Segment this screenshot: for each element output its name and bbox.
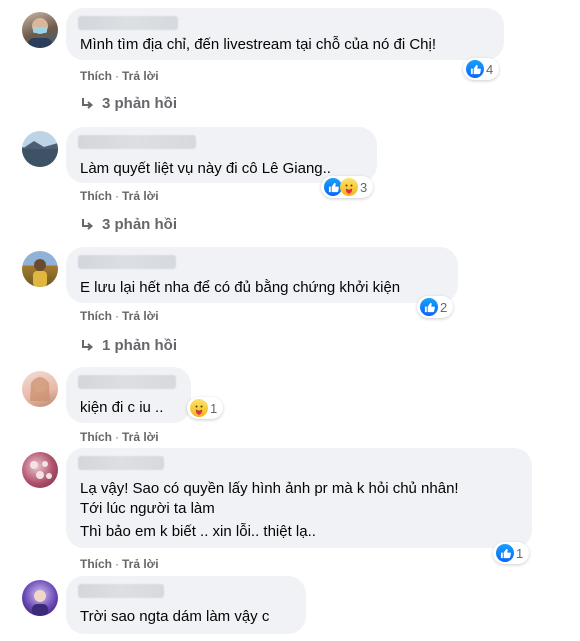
reply-arrow-icon [82,339,94,351]
reply-link[interactable]: Trả lời [122,557,159,571]
reply-link[interactable]: Trả lời [122,189,159,203]
comment-actions: Thích · Trả lời [80,430,159,444]
replies-label: 3 phản hồi [102,95,177,112]
comment-bubble: Làm quyết liệt vụ này đi cô Lê Giang.. [66,127,377,183]
reply-link[interactable]: Trả lời [122,309,159,323]
comment-bubble: Trời sao ngta dám làm vậy c [66,576,306,634]
avatar[interactable] [22,251,58,287]
view-replies-link[interactable]: 3 phản hồi [80,95,177,112]
comment-actions: Thích · Trả lời [80,189,159,203]
author-name-redacted [78,456,164,470]
like-link[interactable]: Thích [80,189,112,203]
comment-text: kiện đi c iu .. [80,399,164,416]
reply-link[interactable]: Trả lời [122,69,159,83]
care-reaction-icon [340,178,358,196]
author-name-redacted [78,375,176,389]
replies-label: 3 phản hồi [102,216,177,233]
comment-text: Mình tìm địa chỉ, đến livestream tại chỗ… [80,36,437,53]
reply-arrow-icon [82,97,94,109]
reaction-summary[interactable]: 1 [187,397,224,419]
comment-text-line-2: Tới lúc người ta làm [80,500,215,517]
author-name-redacted [78,135,196,149]
comment-text: Trời sao ngta dám làm vậy c [80,608,270,625]
comment-bubble: Mình tìm địa chỉ, đến livestream tại chỗ… [66,8,504,60]
reaction-summary[interactable]: 2 [417,296,454,318]
reaction-count: 1 [516,545,524,561]
reaction-summary[interactable]: 3 [321,176,374,198]
like-reaction-icon [420,298,438,316]
view-replies-link[interactable]: 1 phản hồi [80,337,177,354]
reaction-count: 3 [360,179,368,195]
author-name-redacted [78,255,176,269]
author-name-redacted [78,584,164,598]
comment-actions: Thích · Trả lời [80,69,159,83]
comment-text-line-3: Thì bảo em k biết .. xin lỗi.. thiệt lạ.… [80,523,316,540]
reply-link[interactable]: Trả lời [122,430,159,444]
replies-label: 1 phản hồi [102,337,177,354]
reaction-summary[interactable]: 4 [463,58,500,80]
view-replies-link[interactable]: 3 phản hồi [80,216,177,233]
like-link[interactable]: Thích [80,69,112,83]
comment-text: E lưu lại hết nha để có đủ bằng chứng kh… [80,279,401,296]
avatar-photo-icon [30,461,52,479]
reaction-count: 4 [486,61,494,77]
reaction-summary[interactable]: 1 [493,542,530,564]
avatar[interactable] [22,131,58,167]
avatar-photo-icon [30,377,50,401]
care-reaction-icon [190,399,208,417]
avatar-photo-icon [22,141,58,167]
comment-bubble: E lưu lại hết nha để có đủ bằng chứng kh… [66,247,458,303]
reaction-count: 2 [440,299,448,315]
avatar-photo-icon [32,590,48,616]
like-link[interactable]: Thích [80,430,112,444]
like-reaction-icon [466,60,484,78]
author-name-redacted [78,16,178,30]
avatar-photo-icon [28,18,52,48]
reaction-count: 1 [210,400,218,416]
comment-text: Làm quyết liệt vụ này đi cô Lê Giang.. [80,160,331,177]
avatar[interactable] [22,452,58,488]
avatar-photo-icon [33,259,47,287]
like-link[interactable]: Thích [80,309,112,323]
comment-text-line-1: Lạ vậy! Sao có quyền lấy hình ảnh pr mà … [80,480,459,497]
comment-actions: Thích · Trả lời [80,309,159,323]
like-link[interactable]: Thích [80,557,112,571]
comment-bubble: Lạ vậy! Sao có quyền lấy hình ảnh pr mà … [66,448,532,548]
avatar[interactable] [22,371,58,407]
avatar[interactable] [22,12,58,48]
like-reaction-icon [496,544,514,562]
comment-bubble: kiện đi c iu .. [66,367,191,423]
reply-arrow-icon [82,218,94,230]
comment-actions: Thích · Trả lời [80,557,159,571]
avatar[interactable] [22,580,58,616]
